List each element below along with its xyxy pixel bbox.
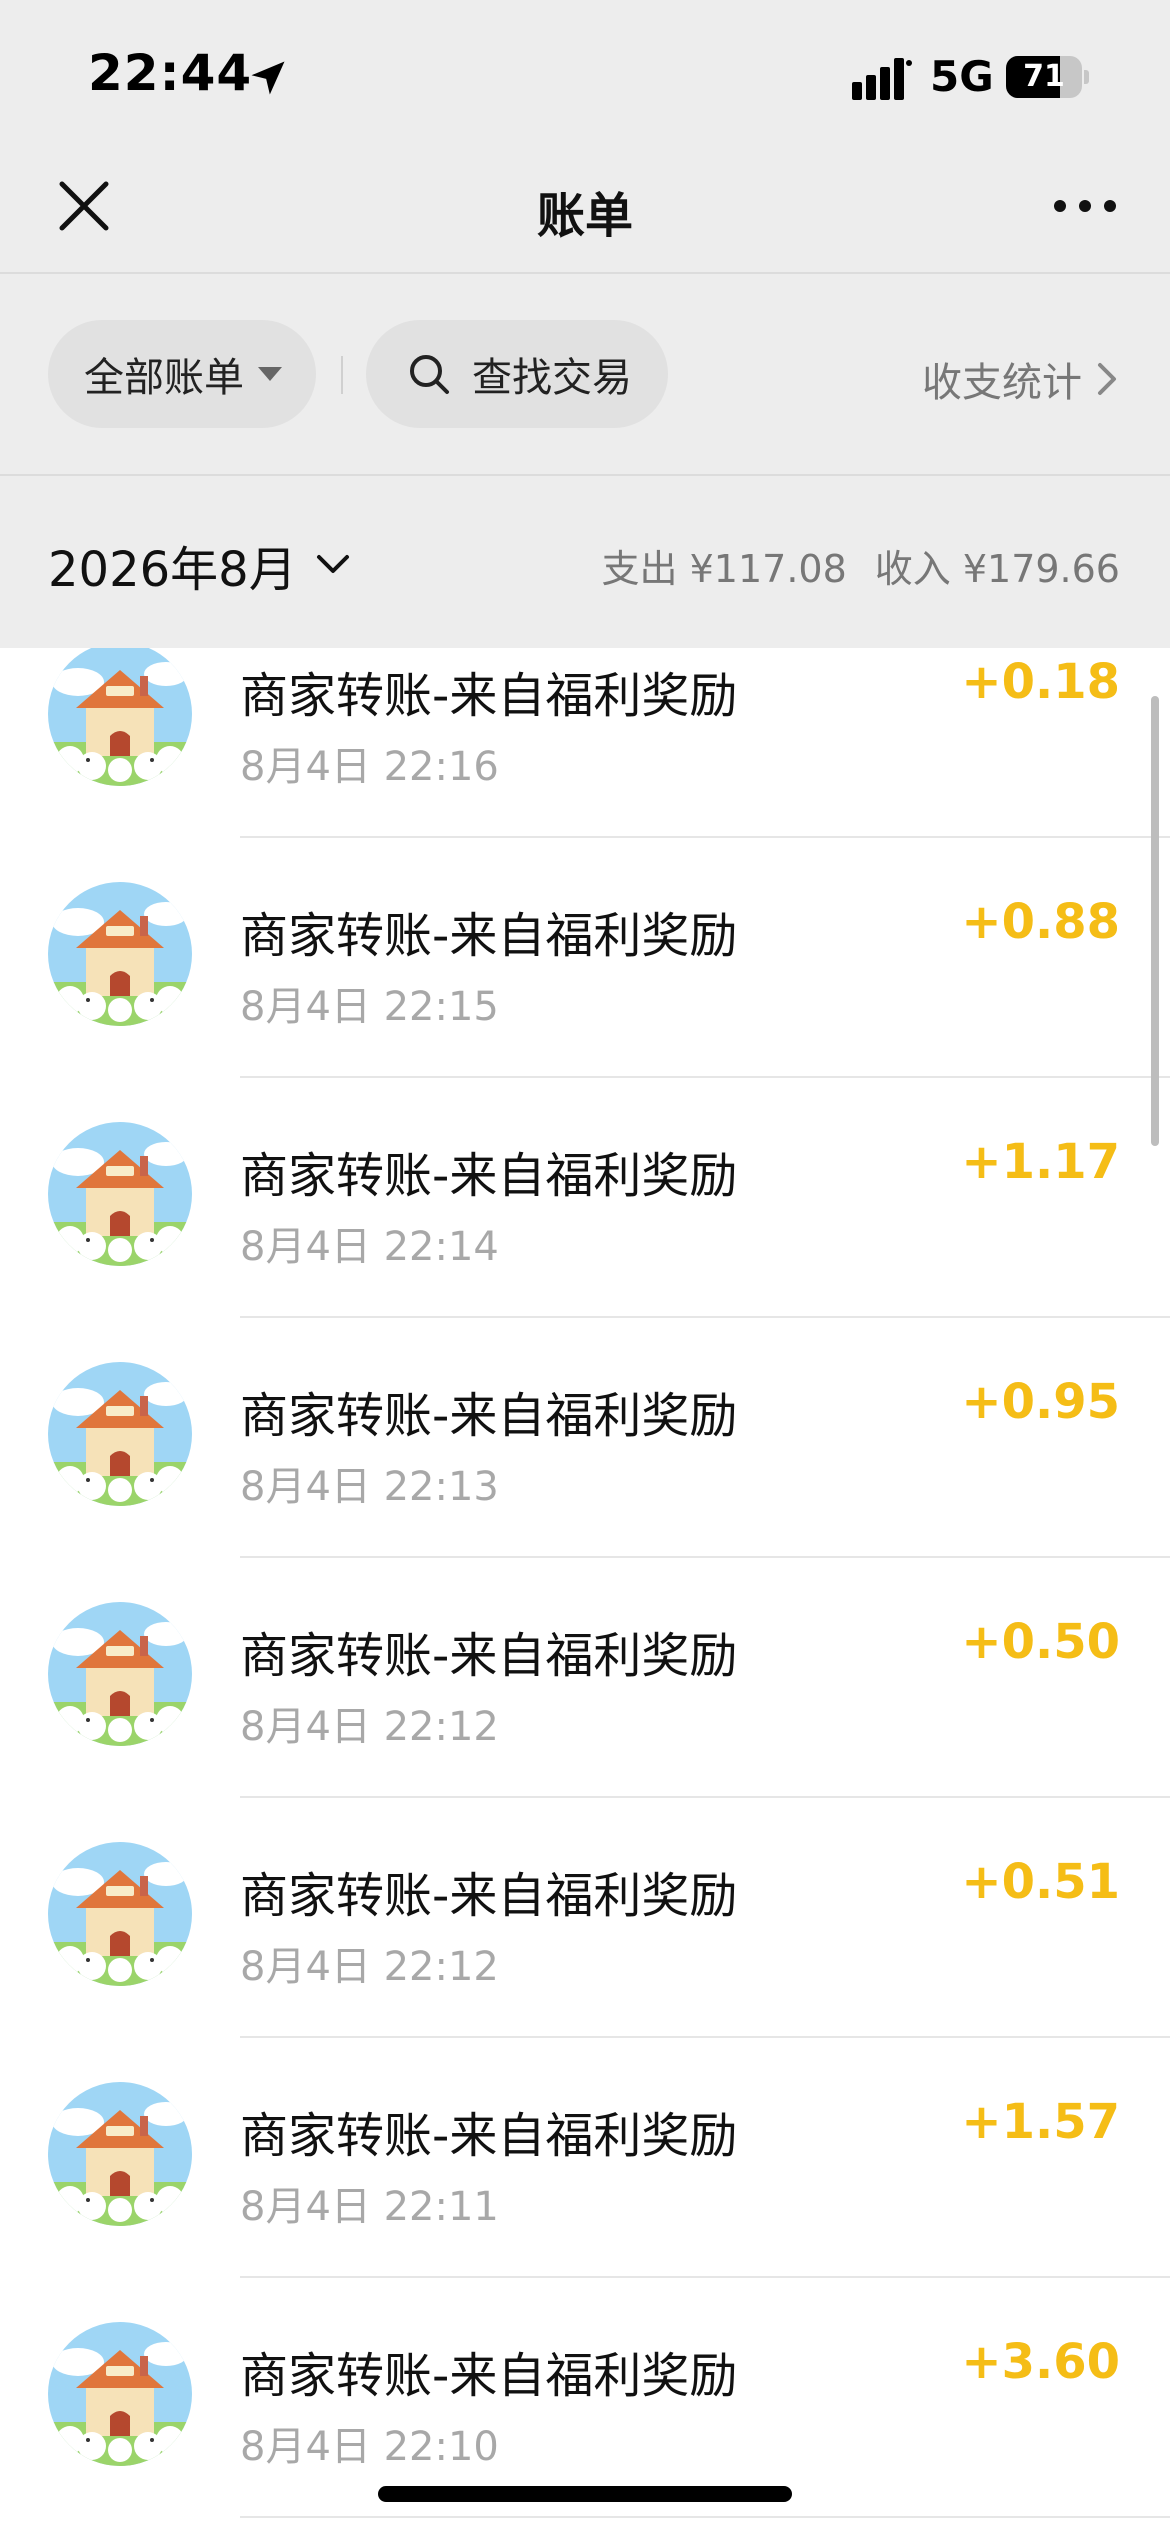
page-title: 账单 [536, 188, 633, 244]
more-dots-icon[interactable] [1050, 194, 1120, 218]
filter-bar: 全部账单 查找交易 收支统计 [0, 274, 1170, 474]
chevron-down-icon [316, 555, 349, 573]
merchant-avatar [48, 1602, 192, 1746]
transaction-time: 8月4日 22:10 [240, 2424, 499, 2470]
transaction-rows: 商家转账-来自福利奖励 8月4日 22:16 +0.18 商家转账-来自福利奖励… [0, 648, 1170, 2518]
transaction-title: 商家转账-来自福利奖励 [240, 908, 738, 964]
location-arrow-icon [251, 61, 285, 95]
transaction-time: 8月4日 22:13 [240, 1464, 499, 1510]
transaction-title: 商家转账-来自福利奖励 [240, 2108, 738, 2164]
merchant-avatar [48, 1362, 192, 1506]
transaction-title: 商家转账-来自福利奖励 [240, 1628, 738, 1684]
transaction-amount: +0.51 [961, 1854, 1120, 1910]
transaction-amount: +1.17 [961, 1134, 1120, 1190]
status-time: 22:44 [88, 44, 253, 102]
battery-percent: 71 [1023, 59, 1065, 94]
merchant-avatar [48, 2322, 192, 2466]
transaction-list: 商家转账-来自福利奖励 8月4日 22:16 +0.18 商家转账-来自福利奖励… [0, 648, 1170, 2532]
transaction-row[interactable]: 商家转账-来自福利奖励 8月4日 22:10 +3.60 [0, 2278, 1170, 2518]
all-bills-dropdown[interactable]: 全部账单 [48, 320, 316, 428]
income-total: 收入 ¥179.66 [874, 547, 1120, 591]
transaction-amount: +0.88 [961, 894, 1120, 950]
merchant-avatar [48, 648, 192, 786]
transaction-amount: +3.60 [961, 2334, 1120, 2390]
all-bills-label: 全部账单 [84, 355, 244, 401]
stats-label: 收支统计 [922, 360, 1082, 406]
month-totals: 支出 ¥117.08 收入 ¥179.66 [602, 538, 1120, 593]
merchant-avatar [48, 1122, 192, 1266]
network-type: 5G [930, 52, 994, 101]
transaction-row[interactable]: 商家转账-来自福利奖励 8月4日 22:12 +0.51 [0, 1798, 1170, 2038]
transaction-title: 商家转账-来自福利奖励 [240, 1148, 738, 1204]
filter-separator [341, 356, 343, 394]
transaction-time: 8月4日 22:15 [240, 984, 499, 1030]
chevron-right-icon [1098, 363, 1116, 395]
transaction-time: 8月4日 22:14 [240, 1224, 499, 1270]
search-transactions-button[interactable]: 查找交易 [366, 320, 668, 428]
month-selector[interactable]: 2026年8月 [48, 530, 351, 600]
home-indicator[interactable] [378, 2486, 792, 2502]
transaction-title: 商家转账-来自福利奖励 [240, 1868, 738, 1924]
search-label: 查找交易 [472, 355, 632, 401]
scrollbar[interactable] [1151, 696, 1159, 1146]
transaction-title: 商家转账-来自福利奖励 [240, 1388, 738, 1444]
dropdown-triangle-icon [258, 367, 282, 381]
battery-icon: 71 [1006, 56, 1089, 98]
transaction-time: 8月4日 22:12 [240, 1704, 499, 1750]
transaction-row[interactable]: 商家转账-来自福利奖励 8月4日 22:12 +0.50 [0, 1558, 1170, 1798]
transaction-time: 8月4日 22:12 [240, 1944, 499, 1990]
merchant-avatar [48, 1842, 192, 1986]
transaction-title: 商家转账-来自福利奖励 [240, 668, 738, 724]
month-summary: 2026年8月 支出 ¥117.08 收入 ¥179.66 [0, 476, 1170, 648]
transaction-row[interactable]: 商家转账-来自福利奖励 8月4日 22:14 +1.17 [0, 1078, 1170, 1318]
merchant-avatar [48, 2082, 192, 2226]
merchant-avatar [48, 882, 192, 1026]
transaction-time: 8月4日 22:11 [240, 2184, 499, 2230]
search-icon [410, 355, 449, 394]
income-expense-stats-link[interactable]: 收支统计 [922, 354, 1120, 406]
transaction-row[interactable]: 商家转账-来自福利奖励 8月4日 22:11 +1.57 [0, 2038, 1170, 2278]
row-divider [240, 2516, 1170, 2518]
expense-total: 支出 ¥117.08 [601, 547, 847, 591]
transaction-time: 8月4日 22:16 [240, 744, 499, 790]
transaction-row[interactable]: 商家转账-来自福利奖励 8月4日 22:13 +0.95 [0, 1318, 1170, 1558]
signal-bars-icon [852, 58, 912, 100]
transaction-amount: +0.95 [961, 1374, 1120, 1430]
transaction-amount: +0.18 [961, 654, 1120, 710]
transaction-row[interactable]: 商家转账-来自福利奖励 8月4日 22:15 +0.88 [0, 838, 1170, 1078]
transaction-amount: +0.50 [961, 1614, 1120, 1670]
bill-screen: 22:44 5G 71 账单 全部账单 查找交易 收支统计 2026年8月 支出… [0, 0, 1170, 2532]
transaction-title: 商家转账-来自福利奖励 [240, 2348, 738, 2404]
status-bar: 22:44 5G 71 [0, 0, 1170, 150]
transaction-amount: +1.57 [961, 2094, 1120, 2150]
month-label: 2026年8月 [48, 542, 297, 598]
transaction-row[interactable]: 商家转账-来自福利奖励 8月4日 22:16 +0.18 [0, 648, 1170, 838]
nav-bar: 账单 [0, 150, 1170, 272]
